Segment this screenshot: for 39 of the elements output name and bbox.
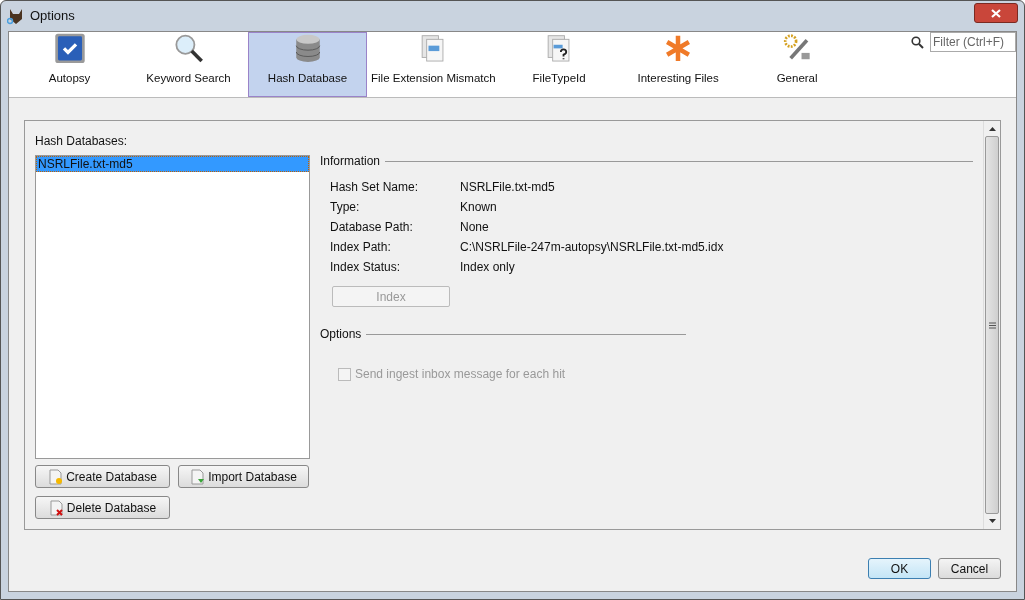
field-label: Hash Set Name: [330, 179, 420, 196]
category-tab[interactable]: Keyword Search [129, 32, 248, 97]
category-tab[interactable]: Autopsy [10, 32, 129, 97]
category-tab[interactable]: Hash Database [248, 32, 367, 97]
grip-icon [988, 321, 996, 329]
scrollbar-thumb[interactable] [985, 136, 999, 514]
dialog-button[interactable]: OK [868, 558, 931, 579]
close-icon [991, 8, 1001, 18]
field-label: Type: [330, 199, 361, 216]
field-value: C:\NSRLFile-247m-autopsy\NSRLFile.txt-md5.idx [460, 239, 724, 256]
category-tab[interactable]: FileTypeId [499, 32, 619, 97]
field-value: None [460, 219, 489, 236]
field-value: Index only [460, 259, 515, 276]
window-title: Options [30, 7, 75, 26]
new-document-icon [48, 468, 64, 485]
document-import-icon [190, 468, 206, 485]
close-button[interactable] [974, 3, 1018, 23]
category-tab[interactable]: File Extension Mismatch [367, 32, 500, 97]
database-button[interactable]: Delete Database [35, 496, 170, 519]
section-title: Options [320, 326, 362, 343]
scroll-up-icon[interactable] [988, 127, 996, 131]
field-label: Index Path: [330, 239, 392, 256]
list-item[interactable]: NSRLFile.txt-md5 [36, 156, 309, 172]
field-value: Known [460, 199, 497, 216]
database-button[interactable]: Create Database [35, 465, 170, 488]
field-value: NSRLFile.txt-md5 [460, 179, 555, 196]
filter-field[interactable]: Filter (Ctrl+F) [930, 32, 1016, 52]
search-icon [911, 36, 924, 49]
field-label: Database Path: [330, 219, 414, 236]
section-title: Information [320, 153, 381, 170]
list-label: Hash Databases: [35, 133, 129, 150]
document-delete-icon [48, 499, 64, 516]
field-label: Index Status: [330, 259, 402, 276]
category-tab[interactable]: General [737, 32, 857, 97]
scroll-down-icon[interactable] [988, 519, 996, 523]
dialog-button[interactable]: Cancel [938, 558, 1001, 579]
checkbox-label: Send ingest inbox message for each hit [355, 366, 566, 383]
category-tab[interactable]: Interesting Files [618, 32, 738, 97]
database-button[interactable]: Import Database [178, 465, 309, 488]
